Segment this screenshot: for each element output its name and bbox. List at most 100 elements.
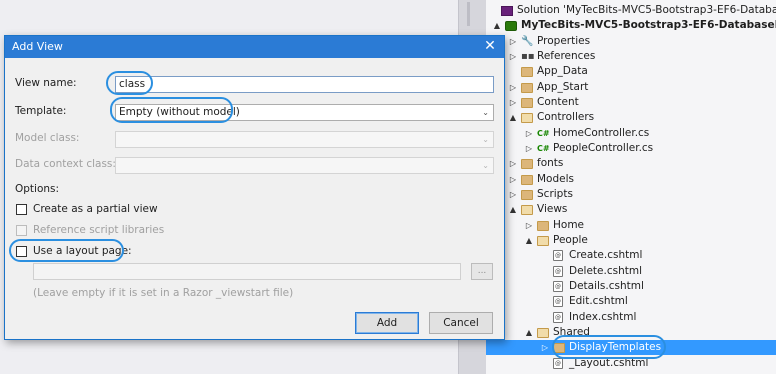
tree-item[interactable]: Solution 'MyTecBits-MVC5-Bootstrap3-EF6-… [486,3,776,18]
chevron-down-icon: ⌄ [482,135,489,144]
tree-item-label: DisplayTemplates [569,341,662,354]
solution-explorer: Solution 'MyTecBits-MVC5-Bootstrap3-EF6-… [486,0,776,374]
razor-file-icon: @ [553,250,563,262]
folder-open-icon [521,113,533,124]
collapse-arrow-icon[interactable]: ▲ [492,18,502,33]
folder-icon [521,174,533,185]
tree-item[interactable]: ▷ fonts [486,156,776,171]
razor-file-icon: @ [553,280,563,292]
dialog-title: Add View [12,40,63,53]
folder-icon [521,97,533,108]
template-select[interactable]: Empty (without model) ⌄ [115,104,494,121]
tree-item-label: Index.cshtml [569,310,637,323]
expand-arrow-icon[interactable]: ▷ [508,34,518,49]
tree-item-label: Create.cshtml [569,249,643,262]
tree-item[interactable]: ▲ Controllers [486,110,776,125]
expand-arrow-icon[interactable]: ▷ [524,141,534,156]
tree-item[interactable]: @ Edit.cshtml [486,294,776,309]
folder-icon [521,189,533,200]
tree-item[interactable]: ▷ ▪▪ References [486,49,776,64]
layout-hint: (Leave empty if it is set in a Razor _vi… [33,287,294,299]
model-class-label: Model class: [15,132,80,144]
tree-item-label: Details.cshtml [569,279,644,292]
collapse-arrow-icon[interactable]: ▲ [508,110,518,125]
expand-arrow-icon[interactable]: ▷ [508,172,518,187]
expand-arrow-icon[interactable]: ▷ [508,156,518,171]
expand-arrow-icon[interactable]: ▷ [524,218,534,233]
view-name-input[interactable]: class [115,76,494,93]
tree-item-label: Solution 'MyTecBits-MVC5-Bootstrap3-EF6-… [517,4,776,16]
tree-item[interactable]: ▷ C# PeopleController.cs [486,141,776,156]
add-view-dialog: Add View ✕ View name: class Template: Em… [4,35,505,340]
tree-item-label: MyTecBits-MVC5-Bootstrap3-EF6-DatabaseFi… [521,19,776,32]
tree-item-label: Controllers [537,111,595,124]
tree-item-label: App_Data [537,65,588,78]
tree-item-label: App_Start [537,80,589,93]
expand-arrow-icon[interactable]: ▷ [508,95,518,110]
layout-path-input [33,263,461,280]
tree-item[interactable]: ▲ Views [486,202,776,217]
data-context-label: Data context class: [15,158,116,170]
tree-item[interactable]: @ Index.cshtml [486,310,776,325]
folder-icon [521,67,533,78]
tree-item[interactable]: ▷ Content [486,95,776,110]
tree-item[interactable]: @ Delete.cshtml [486,264,776,279]
margin-marker [467,2,470,26]
folder-open-icon [521,205,533,216]
layout-page-checkbox[interactable] [16,246,27,257]
collapse-arrow-icon[interactable]: ▲ [524,233,534,248]
tree-item[interactable]: ▷ 🔧 Properties [486,34,776,49]
tree-item-label: Shared [553,325,590,338]
razor-file-icon: @ [553,296,563,308]
tree-item[interactable]: @ Create.cshtml [486,248,776,263]
references-icon: ▪▪ [521,50,535,62]
wrench-icon: 🔧 [521,35,534,47]
tree-item-label: Views [537,203,568,216]
tree-item-label: People [553,233,588,246]
tree-item[interactable]: ▲ Shared [486,325,776,340]
tree-item-selected[interactable]: ▷ DisplayTemplates [486,340,776,356]
tree-item[interactable]: @ _Layout.cshtml [486,356,776,371]
expand-arrow-icon[interactable]: ▷ [524,126,534,141]
tree-item[interactable]: ▷ Scripts [486,187,776,202]
expand-arrow-icon[interactable]: ▷ [540,340,550,355]
tree-item[interactable]: ▷ Models [486,172,776,187]
expand-arrow-icon[interactable]: ▷ [508,80,518,95]
folder-open-icon [537,235,549,246]
partial-view-checkbox[interactable] [16,204,27,215]
tree-item-label: PeopleController.cs [553,141,654,154]
options-heading: Options: [15,183,60,195]
expand-arrow-icon[interactable]: ▷ [508,49,518,64]
tree-item-label: Delete.cshtml [569,264,642,277]
close-icon[interactable]: ✕ [482,36,498,57]
tree-item-label: Models [537,172,574,185]
cancel-button[interactable]: Cancel [429,312,493,334]
tree-item-label: References [537,49,596,62]
tree-item-label: Scripts [537,187,573,200]
folder-icon [553,343,565,354]
tree-item[interactable]: @ Details.cshtml [486,279,776,294]
tree-item[interactable]: ▷ Home [486,218,776,233]
tree-item-label: Content [537,95,579,108]
add-button[interactable]: Add [355,312,419,334]
solution-icon [501,6,513,16]
tree-item[interactable]: ▷ App_Start [486,80,776,95]
expand-arrow-icon[interactable]: ▷ [508,187,518,202]
tree-item[interactable]: ▲ People [486,233,776,248]
dialog-titlebar[interactable]: Add View ✕ [5,36,504,58]
tree-item-label: HomeController.cs [553,126,650,139]
chevron-down-icon: ⌄ [482,161,489,170]
tree-item-label: _Layout.cshtml [569,356,649,369]
tree-item-label: Edit.cshtml [569,295,628,308]
reference-scripts-checkbox [16,225,27,236]
tree-item[interactable]: App_Data [486,64,776,79]
tree-item[interactable]: ▷ C# HomeController.cs [486,126,776,141]
collapse-arrow-icon[interactable]: ▲ [508,202,518,217]
razor-file-icon: @ [553,311,563,323]
chevron-down-icon: ⌄ [482,108,489,117]
folder-open-icon [537,327,549,338]
razor-file-icon: @ [553,265,563,277]
tree-item[interactable]: ▲ MyTecBits-MVC5-Bootstrap3-EF6-DatabaseF… [486,18,776,33]
csharp-icon: C# [537,128,550,138]
collapse-arrow-icon[interactable]: ▲ [524,325,534,340]
